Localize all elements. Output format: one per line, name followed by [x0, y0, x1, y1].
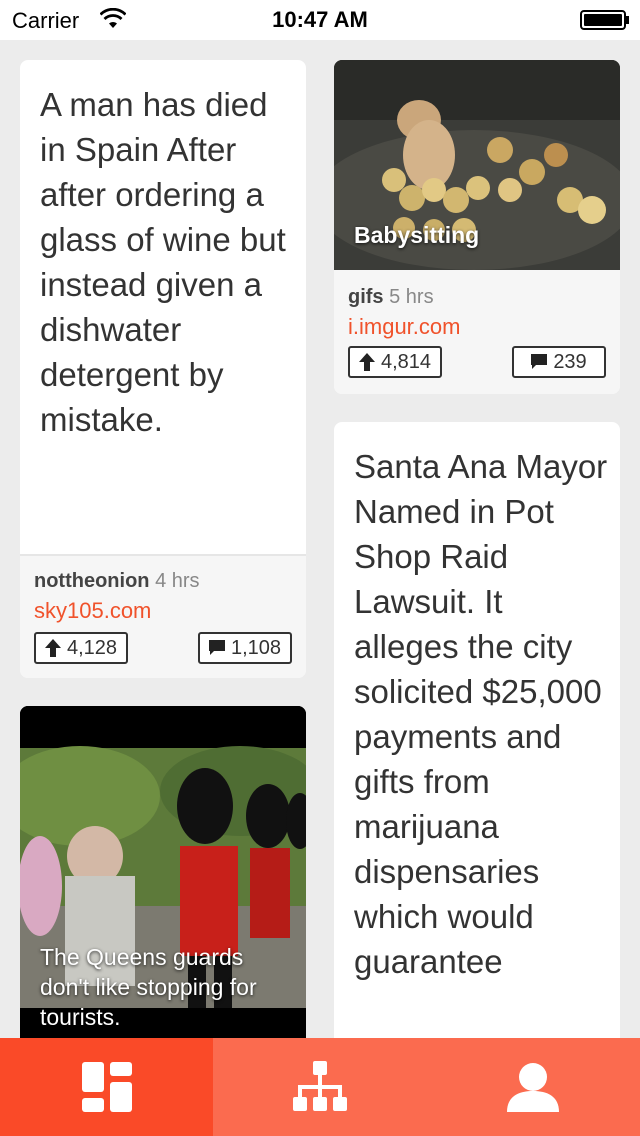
post-card-santa-ana[interactable]: Santa Ana Mayor Named in Pot Shop Raid L…: [334, 422, 620, 1046]
status-time: 10:47 AM: [272, 7, 368, 32]
tab-profile[interactable]: [427, 1038, 640, 1136]
upvote-count: 4,128: [66, 636, 118, 659]
post-card-guards[interactable]: The Queens guards don't like stopping fo…: [20, 706, 306, 1046]
post-footer: nottheonion 4 hrs sky105.com 4,128 1,108: [20, 554, 306, 678]
post-title: Santa Ana Mayor Named in Pot Shop Raid L…: [354, 448, 608, 980]
post-title: A man has died in Spain After after orde…: [40, 86, 286, 438]
post-card-babysitting[interactable]: Babysitting gifs 5 hrs i.imgur.com 4,814…: [334, 60, 620, 394]
dashboard-icon: [81, 1062, 132, 1112]
comments-button[interactable]: 1,108: [198, 632, 292, 664]
user-icon: [507, 1063, 560, 1112]
image-caption: The Queens guards don't like stopping fo…: [40, 944, 257, 1030]
post-thumbnail[interactable]: Babysitting: [334, 60, 620, 270]
comment-count: 239: [553, 350, 587, 373]
post-card-spain[interactable]: A man has died in Spain After after orde…: [20, 60, 306, 678]
post-domain[interactable]: sky105.com: [34, 598, 151, 624]
comment-count: 1,108: [230, 636, 282, 659]
battery-icon: [580, 10, 629, 30]
upvote-count: 4,814: [380, 350, 432, 373]
post-domain[interactable]: i.imgur.com: [348, 314, 460, 340]
hierarchy-icon: [292, 1061, 347, 1111]
tab-dashboard[interactable]: [0, 1038, 214, 1136]
comment-icon: [208, 640, 225, 655]
post-thumbnail[interactable]: The Queens guards don't like stopping fo…: [20, 706, 306, 1046]
tab-hierarchy[interactable]: [213, 1038, 426, 1136]
post-age: 5 hrs: [389, 286, 434, 308]
post-footer: gifs 5 hrs i.imgur.com 4,814 239: [334, 270, 620, 394]
arrow-up-icon: [358, 353, 375, 371]
subreddit-label[interactable]: nottheonion: [34, 570, 150, 592]
post-age: 4 hrs: [155, 570, 200, 592]
comment-icon: [531, 354, 548, 369]
arrow-up-icon: [44, 639, 61, 657]
subreddit-label[interactable]: gifs: [348, 286, 384, 308]
tab-bar: [0, 1038, 640, 1136]
comments-button[interactable]: 239: [512, 346, 606, 378]
upvote-button[interactable]: 4,128: [34, 632, 128, 664]
upvote-button[interactable]: 4,814: [348, 346, 442, 378]
post-meta: nottheonion 4 hrs: [34, 570, 200, 593]
image-caption: Babysitting: [354, 222, 480, 248]
status-bar: Carrier 10:47 AM: [0, 0, 640, 40]
post-meta: gifs 5 hrs: [348, 286, 434, 309]
